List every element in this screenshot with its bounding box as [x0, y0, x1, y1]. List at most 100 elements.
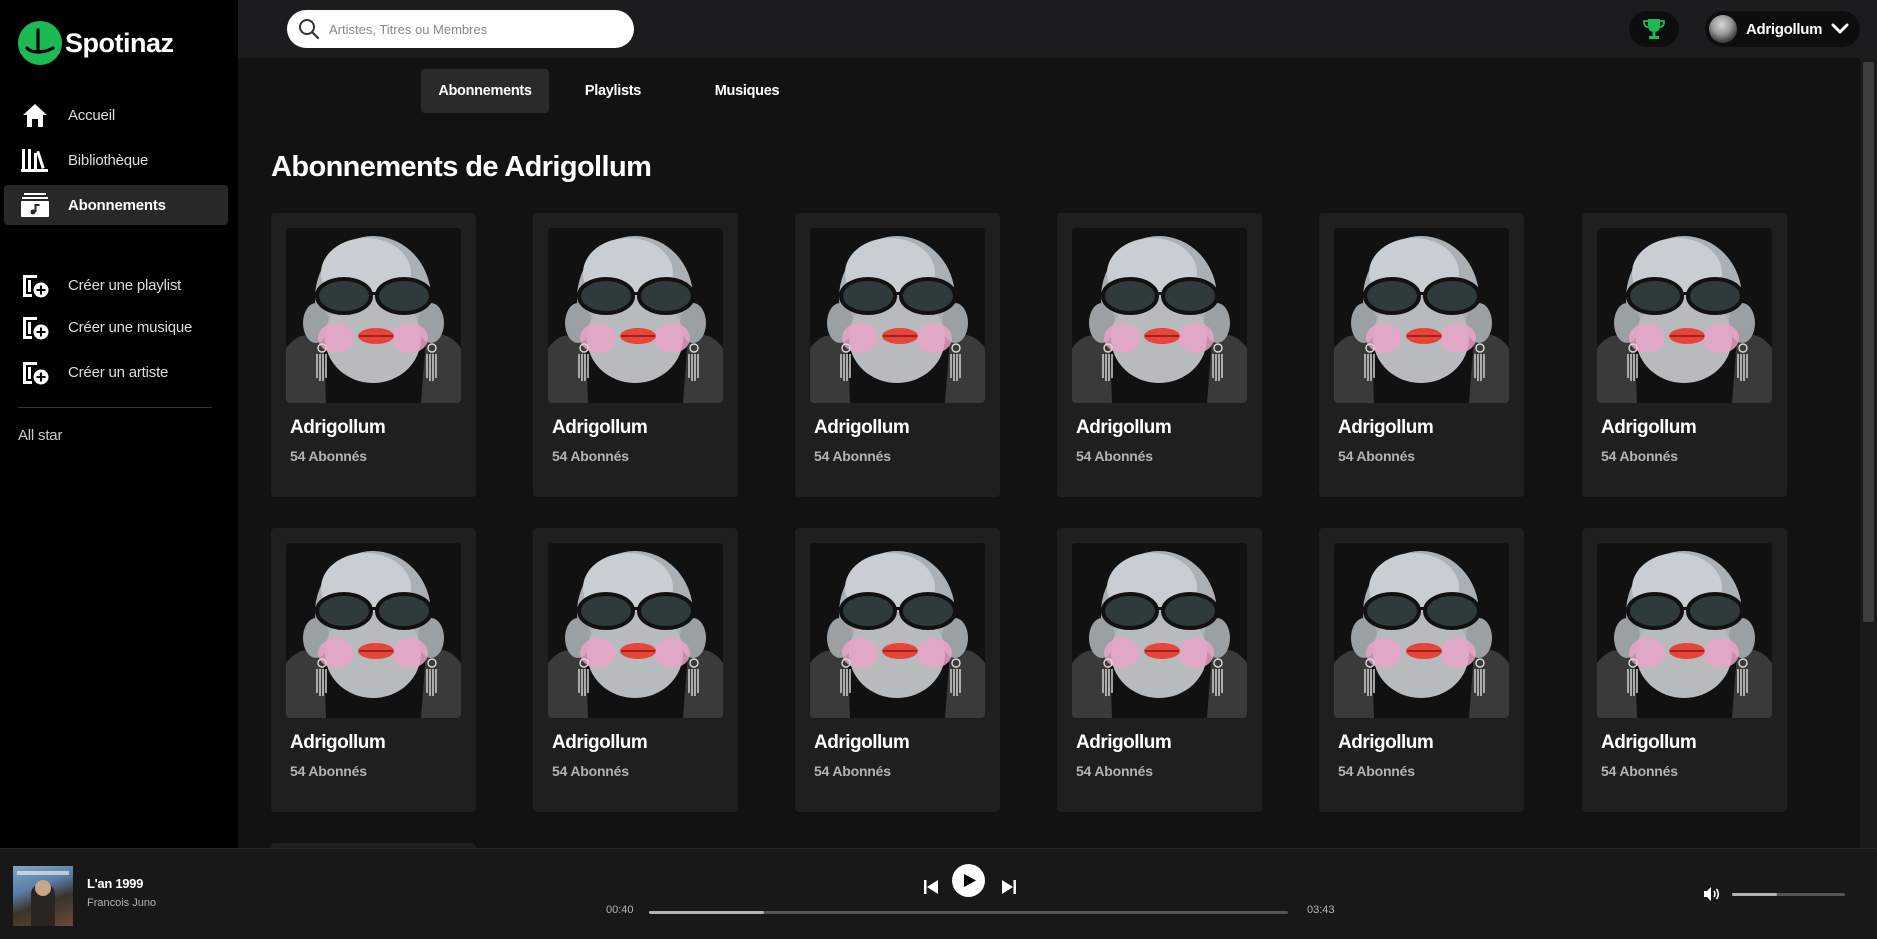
sidebar-divider	[18, 407, 212, 408]
trophy-button[interactable]	[1629, 11, 1679, 47]
app-logo[interactable]: Spotinaz	[18, 21, 174, 65]
previous-track-icon[interactable]	[922, 878, 940, 896]
create-artist-label: Créer un artiste	[68, 363, 169, 381]
card-title: Adrigollum	[552, 417, 648, 438]
sidebar: Spotinaz Accueil Bibliothèque Abonnement…	[0, 0, 238, 848]
play-button[interactable]	[952, 864, 985, 897]
sidebar-item-bibliotheque[interactable]: Bibliothèque	[4, 140, 228, 180]
progress-bar[interactable]	[649, 911, 1288, 914]
search-icon	[299, 19, 320, 40]
avatar	[1709, 15, 1737, 43]
add-artist-icon	[23, 362, 49, 385]
create-playlist-label: Créer une playlist	[68, 276, 182, 294]
card-subtitle: 54 Abonnés	[814, 448, 891, 464]
player-bar: L'an 1999 Francois Juno 00:40 03:43	[0, 848, 1877, 939]
card-title: Adrigollum	[1076, 732, 1172, 753]
subscription-card[interactable]: Adrigollum 54 Abonnés	[1057, 213, 1262, 497]
artist-avatar	[1597, 543, 1772, 718]
top-bar: Adrigollum	[238, 0, 1877, 58]
card-title: Adrigollum	[814, 417, 910, 438]
sidebar-link-all-star[interactable]: All star	[18, 427, 62, 444]
progress-fill	[649, 911, 765, 914]
card-title: Adrigollum	[1601, 732, 1697, 753]
album-cover[interactable]	[13, 866, 73, 926]
artist-avatar	[1072, 543, 1247, 718]
library-icon	[21, 149, 48, 172]
create-artist-button[interactable]: Créer un artiste	[4, 352, 228, 392]
subscription-card[interactable]: Adrigollum 54 Abonnés	[795, 213, 1000, 497]
volume-fill	[1732, 893, 1778, 896]
card-title: Adrigollum	[1338, 732, 1434, 753]
sidebar-item-abonnements[interactable]: Abonnements	[4, 185, 228, 225]
artist-avatar	[1072, 228, 1247, 403]
next-track-icon[interactable]	[1000, 878, 1018, 896]
track-title[interactable]: L'an 1999	[87, 876, 143, 891]
sidebar-item-label: Bibliothèque	[68, 151, 149, 169]
card-title: Adrigollum	[814, 732, 910, 753]
artist-avatar	[286, 543, 461, 718]
card-subtitle: 54 Abonnés	[1601, 448, 1678, 464]
artist-avatar	[286, 228, 461, 403]
app-name: Spotinaz	[65, 27, 174, 58]
elapsed-time: 00:40	[606, 904, 634, 916]
logo-icon	[18, 21, 62, 65]
card-title: Adrigollum	[290, 732, 386, 753]
artist-avatar	[1597, 228, 1772, 403]
volume-icon[interactable]	[1703, 886, 1721, 902]
card-subtitle: 54 Abonnés	[552, 448, 629, 464]
total-time: 03:43	[1307, 904, 1335, 916]
artist-avatar	[1334, 543, 1509, 718]
add-music-icon	[23, 317, 49, 340]
sidebar-item-label: Accueil	[68, 106, 115, 124]
trophy-icon	[1643, 19, 1665, 39]
page-title: Abonnements de Adrigollum	[271, 151, 652, 183]
card-title: Adrigollum	[290, 417, 386, 438]
card-subtitle: 54 Abonnés	[1338, 448, 1415, 464]
create-playlist-button[interactable]: Créer une playlist	[4, 265, 228, 305]
track-artist[interactable]: Francois Juno	[87, 897, 156, 909]
user-name: Adrigollum	[1746, 21, 1823, 38]
artist-avatar	[1334, 228, 1509, 403]
tab-abonnements[interactable]: Abonnements	[421, 69, 549, 113]
create-music-label: Créer une musique	[68, 318, 193, 336]
subscription-card[interactable]: Adrigollum 54 Abonnés	[1582, 528, 1787, 812]
card-subtitle: 54 Abonnés	[1338, 763, 1415, 779]
card-subtitle: 54 Abonnés	[1601, 763, 1678, 779]
subscription-card[interactable]: Adrigollum 54 Abonnés	[271, 528, 476, 812]
home-icon	[23, 104, 47, 127]
subscription-card[interactable]: Adrigollum 54 Abonnés	[1582, 213, 1787, 497]
add-playlist-icon	[23, 275, 49, 298]
search-bar[interactable]	[287, 10, 634, 48]
card-subtitle: 54 Abonnés	[814, 763, 891, 779]
card-subtitle: 54 Abonnés	[290, 763, 367, 779]
search-input[interactable]	[329, 16, 619, 42]
artist-avatar	[548, 543, 723, 718]
artist-avatar	[810, 228, 985, 403]
user-menu-button[interactable]: Adrigollum	[1705, 11, 1860, 47]
card-title: Adrigollum	[1076, 417, 1172, 438]
artist-avatar	[548, 228, 723, 403]
play-icon	[964, 874, 976, 887]
scrollbar-thumb[interactable]	[1863, 62, 1874, 622]
sidebar-item-label: Abonnements	[68, 196, 166, 214]
create-music-button[interactable]: Créer une musique	[4, 307, 228, 347]
card-subtitle: 54 Abonnés	[552, 763, 629, 779]
tab-playlists[interactable]: Playlists	[549, 69, 677, 113]
card-title: Adrigollum	[552, 732, 648, 753]
chevron-down-icon	[1831, 23, 1849, 34]
subscription-card[interactable]: Adrigollum 54 Abonnés	[533, 213, 738, 497]
subscription-card[interactable]: Adrigollum 54 Abonnés	[271, 213, 476, 497]
card-title: Adrigollum	[1601, 417, 1697, 438]
subscription-card[interactable]: Adrigollum 54 Abonnés	[1057, 528, 1262, 812]
card-subtitle: 54 Abonnés	[1076, 448, 1153, 464]
card-subtitle: 54 Abonnés	[1076, 763, 1153, 779]
volume-slider[interactable]	[1732, 893, 1845, 896]
subscription-card[interactable]: Adrigollum 54 Abonnés	[1319, 213, 1524, 497]
sidebar-item-accueil[interactable]: Accueil	[4, 95, 228, 135]
main-content: Abonnements Playlists Musiques Abonnemen…	[238, 58, 1860, 848]
tab-musiques[interactable]: Musiques	[683, 69, 811, 113]
card-title: Adrigollum	[1338, 417, 1434, 438]
subscription-card[interactable]: Adrigollum 54 Abonnés	[1319, 528, 1524, 812]
subscription-card[interactable]: Adrigollum 54 Abonnés	[795, 528, 1000, 812]
subscription-card[interactable]: Adrigollum 54 Abonnés	[533, 528, 738, 812]
